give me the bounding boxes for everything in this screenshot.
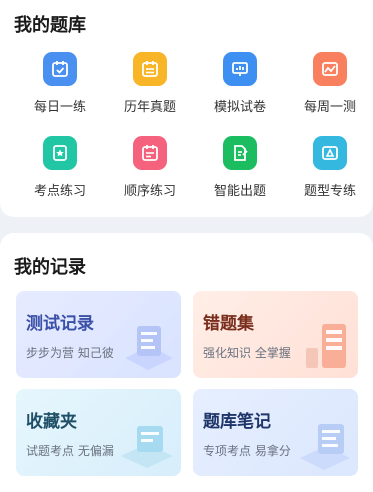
tool-smart-questions[interactable]: 智能出题: [194, 136, 286, 199]
tool-daily-practice[interactable]: 每日一练: [14, 52, 106, 115]
card-test-records[interactable]: 测试记录 步步为营 知己彼: [16, 291, 181, 378]
calendar-check-icon: [43, 52, 77, 86]
tool-sequential-practice[interactable]: 顺序练习: [104, 136, 196, 199]
tool-weekly-test[interactable]: 每周一测: [284, 52, 373, 115]
tool-mock-papers[interactable]: 模拟试卷: [194, 52, 286, 115]
my-question-bank-section: 我的题库 每日一练 历年真题 模拟试卷 每周一测 考点练习 顺序练习 智能出题 …: [0, 0, 373, 217]
bar-chart-board-icon: [223, 52, 257, 86]
test-records-illustration: [125, 326, 173, 370]
tool-label: 每周一测: [303, 100, 356, 115]
tool-label: 智能出题: [213, 184, 266, 199]
card-subtitle: 步步为营 知己彼: [26, 346, 114, 360]
my-records-section: 我的记录 测试记录 步步为营 知己彼 错题集 强化知识 全掌握 收藏夹 试题考点…: [0, 233, 373, 492]
image-chart-icon: [313, 52, 347, 86]
document-edit-icon: [223, 136, 257, 170]
question-notes-illustration: [300, 424, 350, 470]
tool-label: 考点练习: [33, 184, 86, 199]
card-title: 题库笔记: [203, 412, 271, 432]
tool-label: 模拟试卷: [213, 100, 266, 115]
card-wrong-questions[interactable]: 错题集 强化知识 全掌握: [193, 291, 358, 378]
calendar-list-icon: [133, 52, 167, 86]
card-subtitle: 专项考点 易拿分: [203, 444, 291, 458]
favorites-illustration: [121, 426, 173, 468]
tool-past-exams[interactable]: 历年真题: [104, 52, 196, 115]
calendar-ordered-icon: [133, 136, 167, 170]
card-subtitle: 试题考点 无偏漏: [26, 444, 114, 458]
card-favorites[interactable]: 收藏夹 试题考点 无偏漏: [16, 389, 181, 476]
tool-label: 历年真题: [123, 100, 176, 115]
question-bank-title: 我的题库: [14, 15, 86, 36]
wrong-questions-illustration: [306, 324, 346, 368]
card-title: 测试记录: [26, 314, 94, 334]
tool-question-type-practice[interactable]: 题型专练: [284, 136, 373, 199]
tool-label: 每日一练: [33, 100, 86, 115]
card-title: 错题集: [203, 314, 254, 334]
tool-topic-practice[interactable]: 考点练习: [14, 136, 106, 199]
triangle-board-icon: [313, 136, 347, 170]
card-title: 收藏夹: [26, 412, 77, 432]
tool-label: 题型专练: [303, 184, 356, 199]
card-question-notes[interactable]: 题库笔记 专项考点 易拿分: [193, 389, 358, 476]
tool-label: 顺序练习: [123, 184, 176, 199]
star-note-icon: [43, 136, 77, 170]
records-title: 我的记录: [14, 257, 86, 278]
card-subtitle: 强化知识 全掌握: [203, 346, 291, 360]
